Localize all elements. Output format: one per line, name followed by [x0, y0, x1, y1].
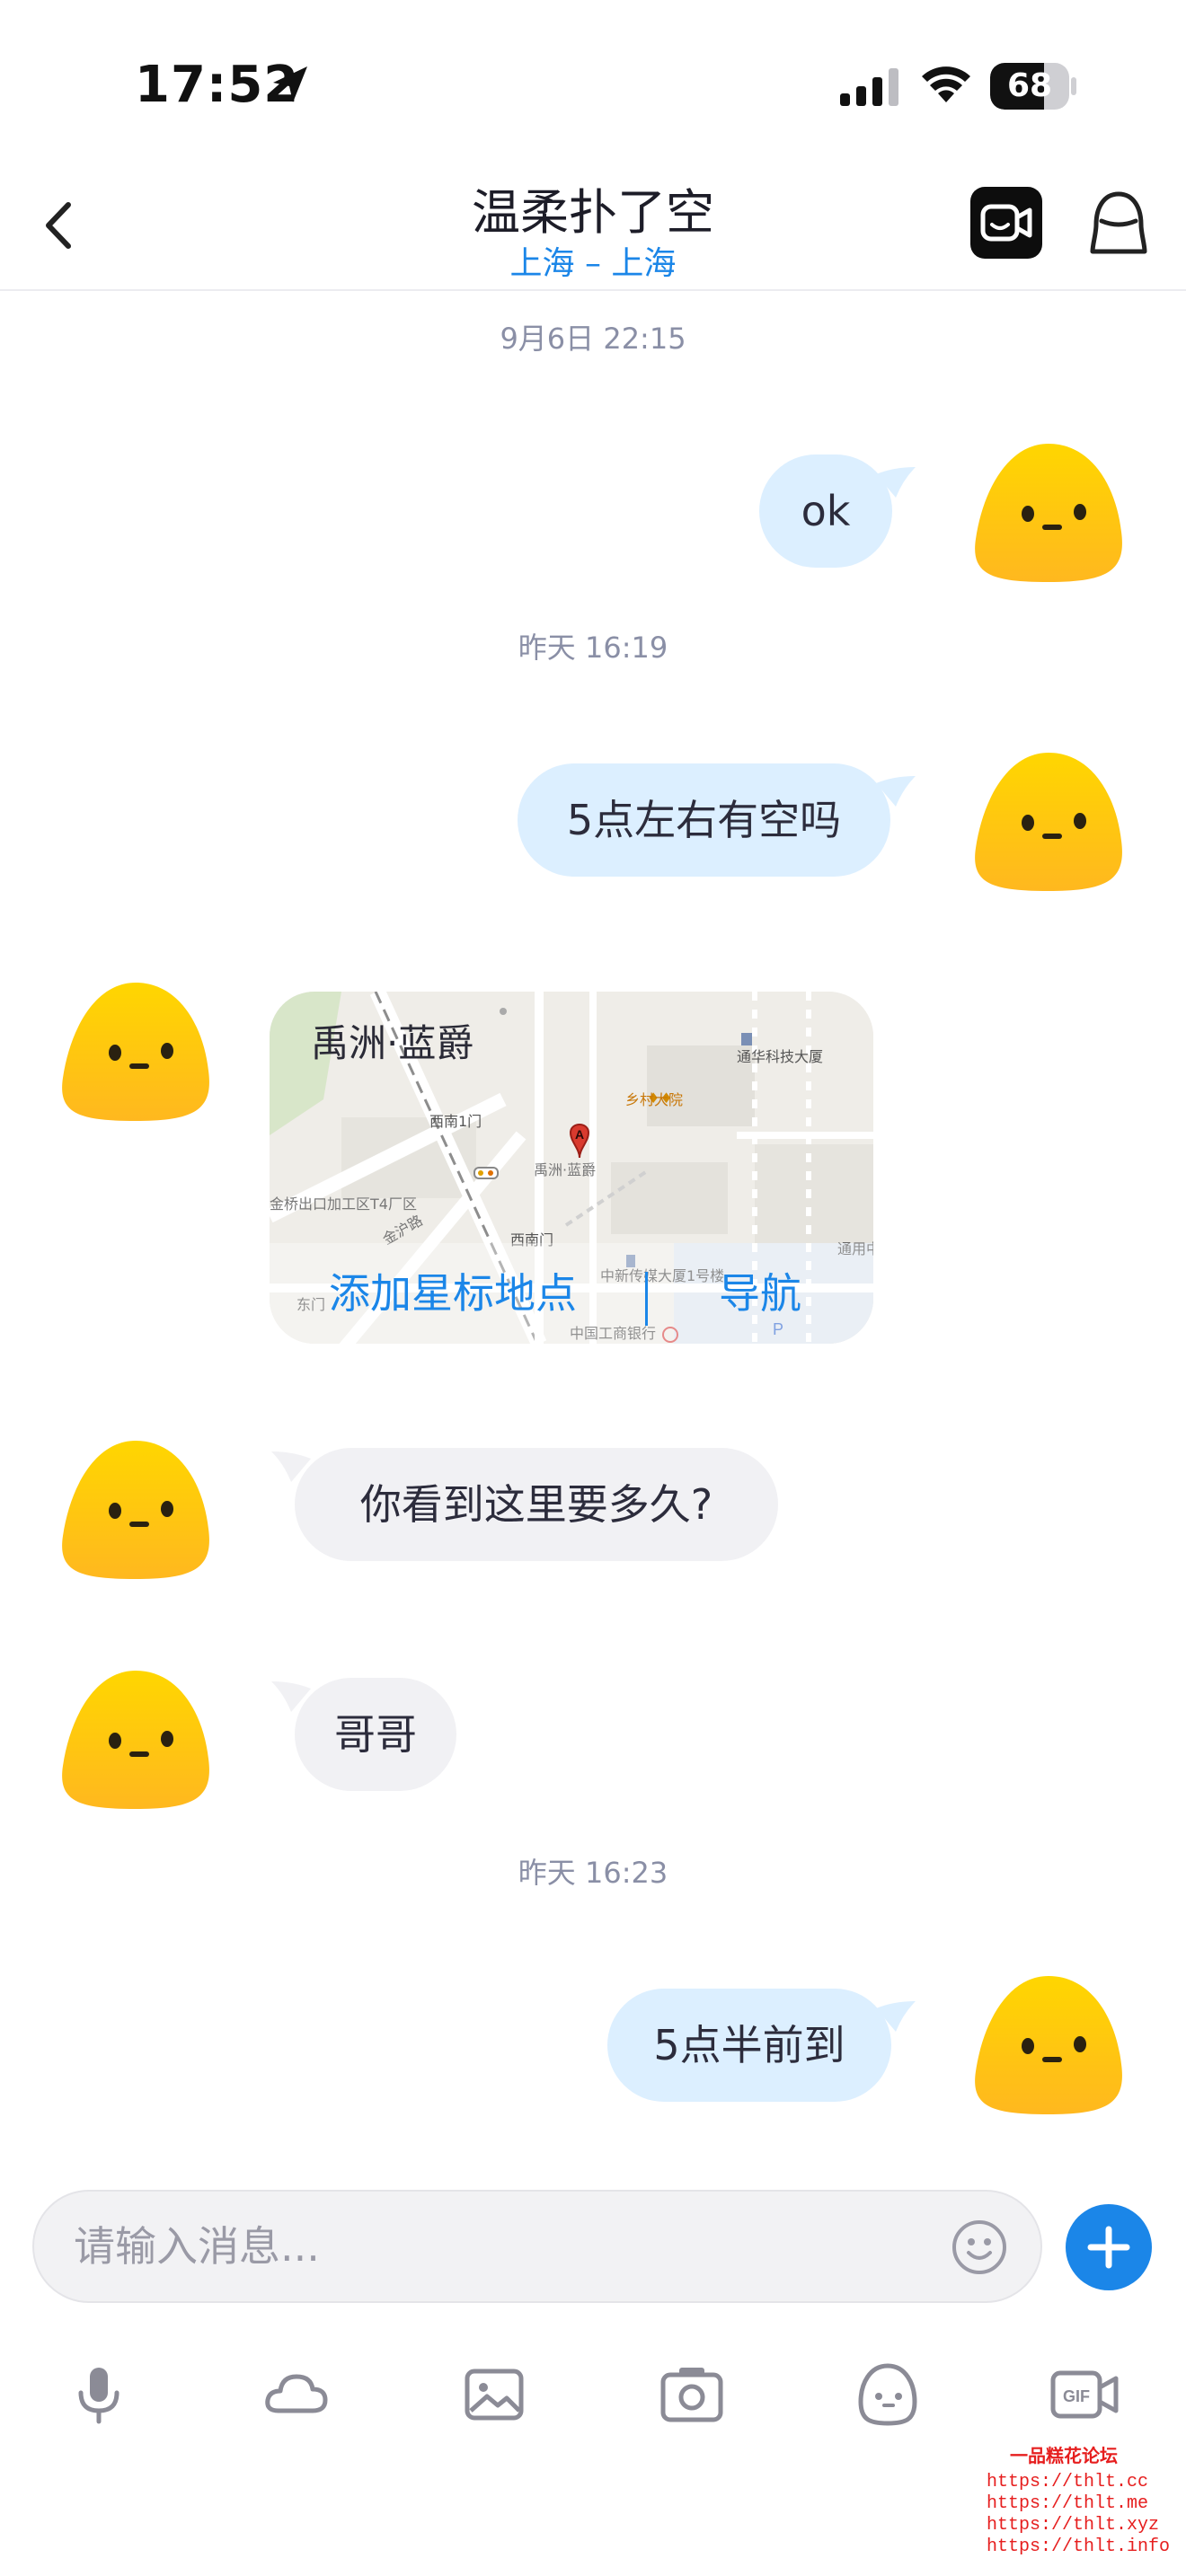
watermark-url: https://thlt.info	[987, 2536, 1171, 2557]
microphone-icon[interactable]	[65, 2360, 133, 2429]
cloud-icon[interactable]	[262, 2360, 331, 2429]
video-camera-icon	[980, 204, 1032, 242]
battery-percent: 68	[1006, 67, 1053, 104]
outgoing-message[interactable]: 5点左右有空吗	[518, 763, 890, 877]
message-input-container	[32, 2190, 1042, 2303]
emoji-icon[interactable]	[951, 2219, 1008, 2276]
watermark-url: https://thlt.cc	[987, 2472, 1149, 2492]
self-avatar[interactable]	[972, 1972, 1125, 2118]
watermark-url: https://thlt.xyz	[987, 2515, 1160, 2536]
map-label: 西南1门	[429, 1113, 482, 1130]
timestamp-divider: 昨天 16:23	[518, 1856, 668, 1890]
status-bar: 17:52 68	[0, 0, 1186, 162]
image-icon[interactable]	[460, 2360, 528, 2429]
divider	[645, 1272, 648, 1326]
sticker-icon[interactable]	[854, 2360, 922, 2429]
chat-header: 温柔扑了空 上海 – 上海	[0, 162, 1186, 291]
watermark-url: https://thlt.me	[987, 2493, 1149, 2514]
svg-text:GIF: GIF	[1063, 2387, 1090, 2405]
map-label: 禹洲·蓝爵	[534, 1161, 596, 1178]
incoming-message[interactable]: 你看到这里要多久?	[295, 1448, 778, 1561]
gif-icon[interactable]: GIF	[1049, 2360, 1121, 2429]
map-label: 乡村大院	[625, 1091, 683, 1108]
message-input[interactable]	[74, 2192, 936, 2301]
bubble-tail	[876, 776, 916, 807]
incoming-message[interactable]: 哥哥	[295, 1678, 456, 1791]
svg-text:A: A	[575, 1127, 584, 1142]
bubble-tail	[876, 2001, 916, 2032]
navigate-button[interactable]: 导航	[719, 1261, 801, 1320]
timestamp-divider: 昨天 16:19	[518, 631, 668, 665]
outgoing-message[interactable]: ok	[759, 454, 892, 568]
map-label: 金桥出口加工区T4厂区	[270, 1195, 417, 1213]
watermark-logo: 一品糕花论坛	[1010, 2445, 1118, 2466]
map-label: 通华科技大厦	[737, 1048, 823, 1065]
add-star-location-button[interactable]: 添加星标地点	[329, 1261, 577, 1320]
outgoing-message[interactable]: 5点半前到	[607, 1989, 891, 2102]
contact-avatar[interactable]	[59, 1437, 212, 1583]
location-name: 禹洲·蓝爵	[311, 1021, 474, 1065]
wifi-icon	[922, 66, 970, 102]
camera-icon[interactable]	[658, 2360, 726, 2429]
bubble-tail	[876, 467, 916, 498]
self-avatar[interactable]	[972, 749, 1125, 895]
timestamp-divider: 9月6日 22:15	[500, 322, 686, 356]
video-call-button[interactable]	[970, 187, 1042, 259]
location-card[interactable]: A P ♦♦ 通华科技大厦 乡村大院 西南1门 禹洲·蓝爵 金桥出口加工区T4厂…	[270, 992, 873, 1344]
add-button[interactable]	[1066, 2204, 1152, 2290]
contact-avatar[interactable]	[59, 979, 212, 1125]
profile-icon[interactable]	[1089, 189, 1148, 260]
self-avatar[interactable]	[972, 440, 1125, 586]
location-arrow-icon	[273, 66, 307, 102]
cellular-signal-icon	[840, 68, 898, 106]
contact-avatar[interactable]	[59, 1667, 212, 1813]
battery-indicator: 68	[990, 63, 1076, 110]
plus-icon	[1087, 2226, 1130, 2269]
